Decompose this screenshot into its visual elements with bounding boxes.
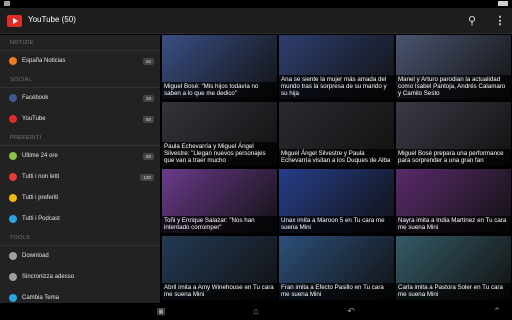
section-header-preferiti: PREFERITI <box>0 130 160 146</box>
video-tile[interactable]: Nayra imita a India Martínez en Tu cara … <box>396 169 511 233</box>
section-header-notizie: NOTIZIE <box>0 35 160 51</box>
video-tile[interactable]: Manel y Arturo parodian la actualidad co… <box>396 35 511 99</box>
drawer-item-label: Ultime 24 ore <box>22 153 58 159</box>
drawer-item-ultime-24-ore[interactable]: Ultime 24 ore 60 <box>0 146 160 167</box>
video-title: Nayra imita a India Martínez en Tu cara … <box>396 216 511 233</box>
drawer-item-facebook[interactable]: Facebook 29 <box>0 88 160 109</box>
video-tile[interactable]: Fran imita a Efecto Pasillo en Tu cara m… <box>279 236 394 300</box>
video-title: Carla imita a Pastora Soler en Tu cara m… <box>396 283 511 300</box>
drawer-item-download[interactable]: Download <box>0 246 160 267</box>
video-title: Toñi y Enrique Salazar: "Nos han intenta… <box>162 216 277 233</box>
rss-icon <box>9 57 17 65</box>
section-header-social: SOCIAL <box>0 72 160 88</box>
drawer-item-label: YouTube <box>22 116 46 122</box>
video-tile[interactable]: Toñi y Enrique Salazar: "Nos han intenta… <box>162 169 277 233</box>
back-icon[interactable]: ↶ <box>340 306 362 317</box>
video-title: Paula Echevarría y Miguel Ángel Silvestr… <box>162 142 277 166</box>
chevron-up-icon[interactable]: ⌃ <box>486 306 508 317</box>
video-title: Miguel Bosé: "Mis hijos todavía no saben… <box>162 82 277 99</box>
drawer-item-label: Sincronizza adesso <box>22 274 75 280</box>
video-tile[interactable]: Miguel Ángel Silvestre y Paula Echevarrí… <box>279 102 394 166</box>
download-icon <box>9 252 17 260</box>
video-tile[interactable]: Carla imita a Pastora Soler en Tu cara m… <box>396 236 511 300</box>
theme-icon <box>9 294 17 302</box>
count-badge: 50 <box>142 116 154 123</box>
video-tile[interactable]: Paula Echevarría y Miguel Ángel Silvestr… <box>162 102 277 166</box>
drawer-item-tutti-preferiti[interactable]: Tutti i preferiti <box>0 188 160 209</box>
video-tile[interactable]: Ana se siente la mujer más amada del mun… <box>279 35 394 99</box>
search-icon[interactable]: ⚲ <box>462 11 482 31</box>
count-badge: 29 <box>142 95 154 102</box>
action-bar: YouTube (50) ⚲ ⋮ <box>0 8 512 34</box>
video-title: Manel y Arturo parodian la actualidad co… <box>396 75 511 99</box>
drawer-item-tutti-non-letti[interactable]: Tutti i non letti 130 <box>0 167 160 188</box>
navigation-drawer: NOTIZIE España Noticias 52 SOCIAL Facebo… <box>0 35 160 303</box>
clock-icon <box>9 152 17 160</box>
drawer-item-label: España Noticias <box>22 58 66 64</box>
video-title: Miguel Bosé prepara una performance para… <box>396 149 511 166</box>
video-tile[interactable]: Miguel Bosé prepara una performance para… <box>396 102 511 166</box>
drawer-item-youtube[interactable]: YouTube 50 <box>0 109 160 130</box>
video-tile[interactable]: Abril imita a Amy Winehouse en Tu cara m… <box>162 236 277 300</box>
video-title: Miguel Ángel Silvestre y Paula Echevarrí… <box>279 149 394 166</box>
video-title: Unax imita a Maroon 5 en Tu cara me suen… <box>279 216 394 233</box>
drawer-item-label: Tutti i preferiti <box>22 195 59 201</box>
drawer-item-label: Download <box>22 253 49 259</box>
home-icon[interactable]: ⌂ <box>245 306 267 317</box>
count-badge: 130 <box>140 174 154 181</box>
video-tile[interactable]: Unax imita a Maroon 5 en Tu cara me suen… <box>279 169 394 233</box>
video-grid: Miguel Bosé: "Mis hijos todavía no saben… <box>162 35 512 303</box>
drawer-item-label: Tutti i non letti <box>22 174 60 180</box>
facebook-icon <box>9 94 17 102</box>
system-nav-bar: ▣ ⌂ ↶ ⌃ <box>0 303 512 320</box>
unread-icon <box>9 173 17 181</box>
video-title: Abril imita a Amy Winehouse en Tu cara m… <box>162 283 277 300</box>
recents-icon[interactable]: ▣ <box>150 306 172 317</box>
sync-icon <box>9 273 17 281</box>
drawer-item-espana-noticias[interactable]: España Noticias 52 <box>0 51 160 72</box>
page-title: YouTube (50) <box>28 15 76 24</box>
video-tile[interactable]: Miguel Bosé: "Mis hijos todavía no saben… <box>162 35 277 99</box>
podcast-icon <box>9 215 17 223</box>
star-icon <box>9 194 17 202</box>
video-title: Fran imita a Efecto Pasillo en Tu cara m… <box>279 283 394 300</box>
section-header-tools: TOOLS <box>0 230 160 246</box>
youtube-logo-icon[interactable] <box>7 15 22 27</box>
notification-icon <box>4 1 10 6</box>
more-vert-icon[interactable]: ⋮ <box>490 11 510 31</box>
drawer-item-label: Cambia Tema <box>22 295 59 301</box>
count-badge: 52 <box>142 58 154 65</box>
drawer-item-tutti-podcast[interactable]: Tutti i Podcast <box>0 209 160 230</box>
status-bar <box>0 0 512 8</box>
youtube-icon <box>9 115 17 123</box>
drawer-item-sincronizza[interactable]: Sincronizza adesso <box>0 267 160 288</box>
drawer-item-label: Facebook <box>22 95 49 101</box>
drawer-item-label: Tutti i Podcast <box>22 216 60 222</box>
battery-icon <box>498 1 508 6</box>
count-badge: 60 <box>142 153 154 160</box>
video-title: Ana se siente la mujer más amada del mun… <box>279 75 394 99</box>
